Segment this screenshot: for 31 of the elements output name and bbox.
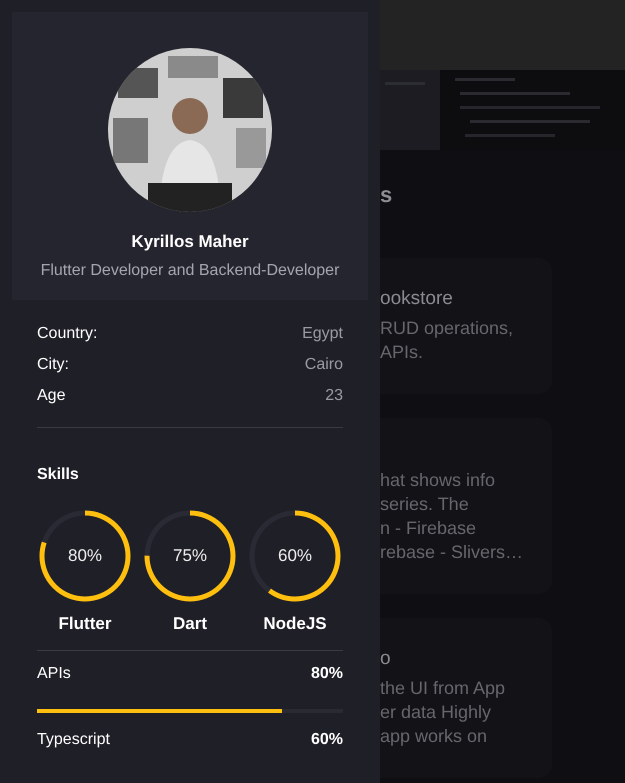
skill-label: NodeJS — [263, 614, 327, 634]
project-description: the UI from App — [380, 677, 506, 700]
skill-label: Dart — [172, 614, 207, 634]
info-label: Age — [37, 387, 66, 405]
profile-name: Kyrillos Maher — [131, 232, 249, 252]
project-description: series. The — [380, 493, 470, 516]
skill-percent: 75% — [172, 546, 208, 566]
project-title: o — [380, 648, 392, 670]
info-label: Country: — [37, 325, 98, 343]
skill-percent: 60% — [278, 546, 312, 566]
section-title: Skills — [37, 466, 80, 484]
info-label: City: — [37, 356, 69, 374]
project-description: APIs. — [380, 341, 424, 364]
skill-percent: 60% — [310, 731, 343, 749]
profile-role: Flutter Developer and Backend-Developer — [40, 262, 340, 280]
info-value: Egypt — [302, 325, 343, 343]
info-value: 23 — [325, 387, 343, 405]
skill-label: Flutter — [58, 614, 112, 634]
skill-percent: 80% — [68, 546, 102, 566]
skill-percent: 80% — [310, 665, 343, 683]
project-description: n - Firebase — [380, 517, 478, 540]
section-heading: s — [380, 182, 394, 209]
project-description: er data Highly — [380, 701, 492, 724]
skill-label: Typescript — [37, 731, 110, 749]
project-description: hat shows info — [380, 469, 496, 492]
skill-label: APIs — [37, 665, 71, 683]
project-description: RUD operations, — [380, 317, 514, 340]
project-title: ookstore — [380, 288, 454, 310]
info-value: Cairo — [304, 356, 343, 374]
project-description: rebase - Slivers… — [380, 541, 524, 564]
project-description: app works on — [380, 725, 488, 748]
